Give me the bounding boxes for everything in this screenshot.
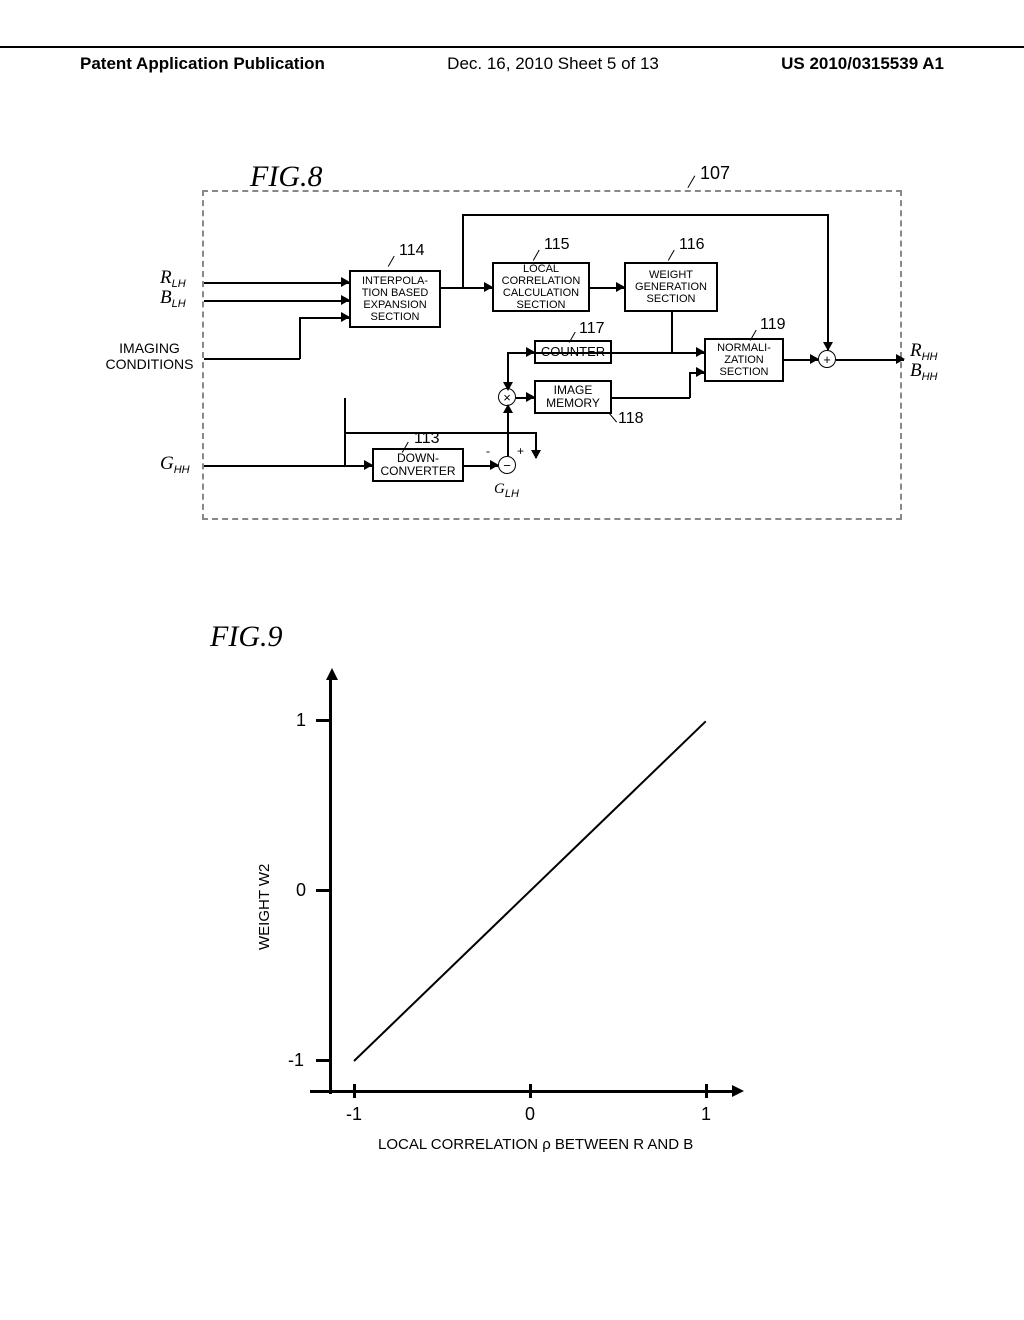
header-right: US 2010/0315539 A1 — [781, 54, 944, 74]
x-tick-neg1 — [353, 1084, 356, 1098]
wire — [671, 312, 673, 352]
wire — [689, 372, 691, 398]
page-header: Patent Application Publication Dec. 16, … — [0, 46, 1024, 74]
figure-9: FIG.9 1 0 -1 -1 0 1 WEIGHT W2 LOCAL CORR… — [170, 620, 790, 1180]
block-118-image-memory: IMAGE MEMORY — [534, 380, 612, 414]
y-tick-neg1 — [316, 1059, 330, 1062]
y-tick-label-neg1: -1 — [288, 1050, 304, 1071]
arrow-icon — [490, 460, 499, 470]
block-116-weight-generation: WEIGHT GENERATION SECTION — [624, 262, 718, 312]
x-axis — [310, 1090, 740, 1093]
arrow-icon — [696, 347, 705, 357]
y-tick-label-0: 0 — [296, 880, 306, 901]
x-axis-arrow-icon — [732, 1085, 744, 1097]
add-node: + — [818, 350, 836, 368]
arrow-icon — [503, 382, 513, 391]
ref-116: 116 — [679, 236, 705, 254]
header-left: Patent Application Publication — [80, 54, 325, 74]
arrow-icon — [616, 282, 625, 292]
chart-data-line — [353, 721, 706, 1062]
wire — [204, 300, 349, 302]
figure-8: FIG.8 107 INTERPOLA- TION BASED EXPANSIO… — [120, 160, 910, 540]
arrow-icon — [823, 342, 833, 351]
ref-115: 115 — [544, 236, 570, 254]
minus-sign: - — [486, 444, 490, 458]
subtract-node: − — [498, 456, 516, 474]
arrow-icon — [531, 450, 541, 459]
arrow-icon — [526, 347, 535, 357]
ref-114: 114 — [399, 242, 425, 260]
input-b-lh: BLH — [160, 287, 186, 310]
arrow-icon — [341, 295, 350, 305]
x-axis-label: LOCAL CORRELATION ρ BETWEEN R AND B — [378, 1136, 693, 1153]
input-imaging-conditions: IMAGING CONDITIONS — [102, 340, 197, 372]
y-tick-0 — [316, 889, 330, 892]
x-tick-label-0: 0 — [525, 1104, 535, 1125]
ref-119: 119 — [760, 316, 786, 334]
block-113-downconverter: DOWN- CONVERTER — [372, 448, 464, 482]
ref-117: 117 — [579, 320, 605, 338]
arrow-icon — [341, 277, 350, 287]
y-tick-label-1: 1 — [296, 710, 306, 731]
wire — [344, 398, 346, 433]
block-115-local-correlation: LOCAL CORRELATION CALCULATION SECTION — [492, 262, 590, 312]
wire — [299, 317, 301, 359]
wire — [204, 358, 300, 360]
g-lh-label: GLH — [494, 480, 519, 500]
wire — [612, 397, 690, 399]
block-119-normalization: NORMALI- ZATION SECTION — [704, 338, 784, 382]
figure-8-title: FIG.8 — [250, 160, 322, 194]
output-b-hh: BHH — [910, 360, 938, 383]
wire — [507, 406, 509, 456]
arrow-icon — [526, 392, 535, 402]
wire — [204, 465, 349, 467]
arrow-icon — [484, 282, 493, 292]
y-axis — [329, 674, 332, 1094]
input-g-hh: GHH — [160, 453, 190, 476]
arrow-icon — [810, 354, 819, 364]
block-114-interpolation: INTERPOLA- TION BASED EXPANSION SECTION — [349, 270, 441, 328]
arrow-icon — [896, 354, 905, 364]
figure-8-box: INTERPOLA- TION BASED EXPANSION SECTION … — [202, 190, 902, 520]
wire — [462, 214, 827, 216]
wire — [836, 359, 904, 361]
wire — [827, 214, 829, 350]
plus-sign: + — [517, 444, 524, 458]
figure-9-title: FIG.9 — [210, 620, 282, 654]
wire — [689, 372, 704, 374]
wire — [612, 352, 704, 354]
arrow-icon — [503, 404, 513, 413]
y-tick-1 — [316, 719, 330, 722]
wire — [462, 214, 464, 288]
y-axis-arrow-icon — [326, 668, 338, 680]
x-tick-label-neg1: -1 — [346, 1104, 362, 1125]
wire — [344, 465, 372, 467]
arrow-icon — [341, 312, 350, 322]
y-axis-label: WEIGHT W2 — [256, 864, 273, 950]
x-tick-0 — [529, 1084, 532, 1098]
x-tick-1 — [705, 1084, 708, 1098]
wire — [204, 282, 349, 284]
header-center: Dec. 16, 2010 Sheet 5 of 13 — [447, 54, 659, 74]
x-tick-label-1: 1 — [701, 1104, 711, 1125]
